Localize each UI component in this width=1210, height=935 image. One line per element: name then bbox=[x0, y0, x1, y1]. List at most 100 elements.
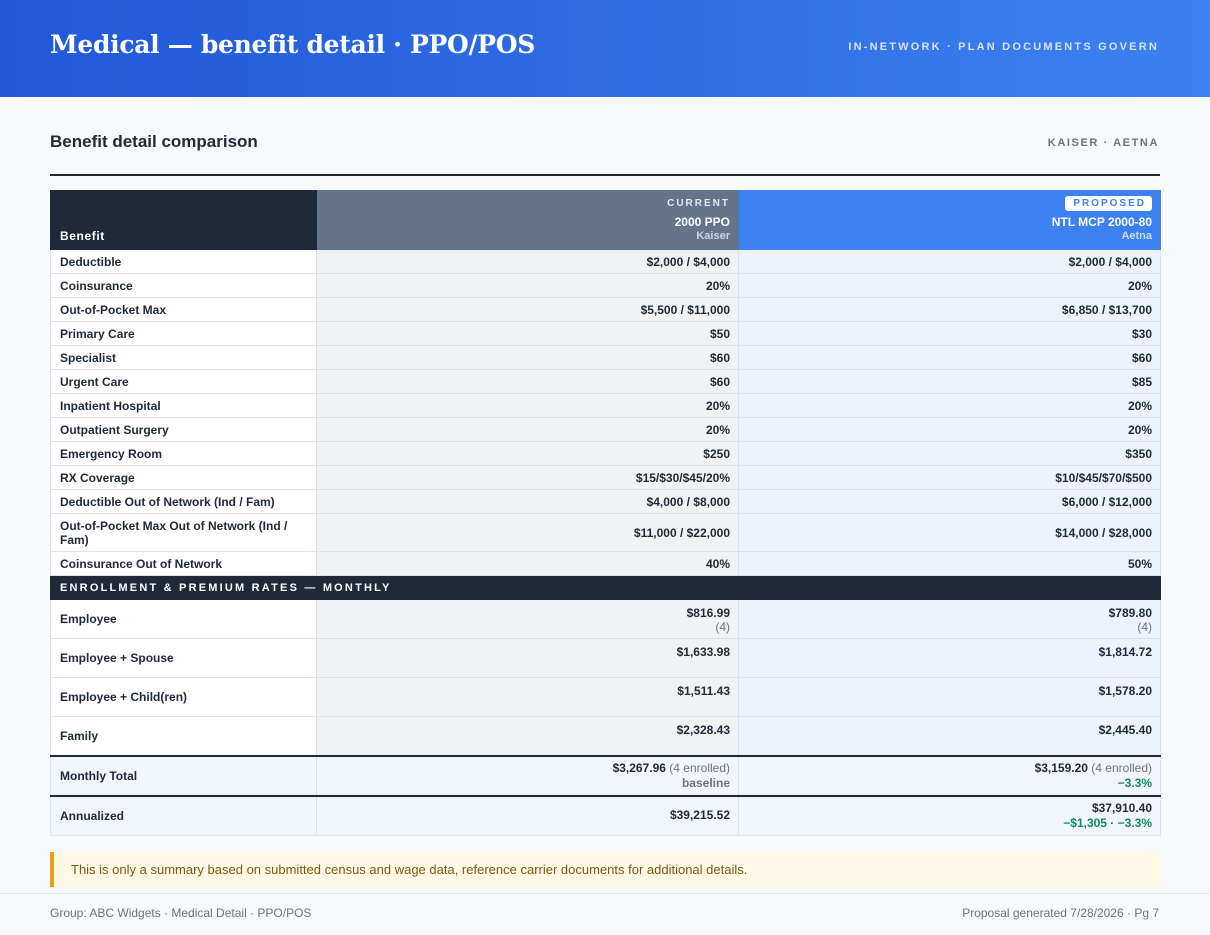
benefit-label: Out-of-Pocket Max bbox=[50, 297, 317, 322]
proposed-badge: PROPOSED bbox=[1065, 196, 1152, 211]
benefit-label: Outpatient Surgery bbox=[50, 417, 317, 442]
current-rate: $1,511.43 bbox=[316, 677, 739, 717]
proposed-total-amount: $3,159.20 bbox=[1034, 760, 1088, 775]
proposed-annualized-amount: $37,910.40 bbox=[1091, 800, 1152, 815]
section-divider bbox=[50, 174, 1160, 176]
footer-group-info: Group: ABC Widgets · Medical Detail · PP… bbox=[50, 906, 312, 920]
benefit-label: Primary Care bbox=[50, 321, 317, 346]
rate-row: Employee $816.99 (4) $789.80 (4) bbox=[50, 599, 1161, 639]
current-rate-amount: $816.99 bbox=[686, 606, 730, 620]
current-annualized: $39,215.52 bbox=[316, 794, 739, 836]
proposed-rate-amount: $789.80 bbox=[1108, 606, 1152, 620]
table-header-row: Benefit CURRENT 2000 PPO Kaiser PROPOSED… bbox=[50, 190, 1161, 250]
rate-row: Family $2,328.43 $2,445.40 bbox=[50, 716, 1161, 756]
benefit-label: Inpatient Hospital bbox=[50, 393, 317, 418]
tier-label: Employee bbox=[50, 599, 317, 639]
current-value: $60 bbox=[316, 345, 739, 370]
rates-section-band: ENROLLMENT & PREMIUM RATES — MONTHLY bbox=[50, 575, 1161, 600]
proposed-rate-amount: $1,814.72 bbox=[1098, 645, 1152, 659]
current-monthly-total: $3,267.96 (4 enrolled) baseline bbox=[316, 754, 739, 796]
current-value: $4,000 / $8,000 bbox=[316, 489, 739, 514]
current-plan-header: CURRENT 2000 PPO Kaiser bbox=[316, 190, 739, 250]
current-carrier: Kaiser bbox=[696, 230, 730, 242]
current-rate: $1,633.98 bbox=[316, 638, 739, 678]
section-title: Benefit detail comparison bbox=[50, 132, 258, 151]
proposed-value: 20% bbox=[738, 417, 1161, 442]
proposed-total-change: −3.3% bbox=[1117, 775, 1152, 790]
table-row: Out-of-Pocket Max Out of Network (Ind / … bbox=[50, 513, 1161, 552]
tier-label: Employee + Spouse bbox=[50, 638, 317, 678]
proposed-value: $6,000 / $12,000 bbox=[738, 489, 1161, 514]
table-row: Specialist $60 $60 bbox=[50, 345, 1161, 370]
proposed-total-enrolled: (4 enrolled) bbox=[1091, 760, 1152, 775]
current-kicker: CURRENT bbox=[667, 198, 730, 209]
proposed-value: $30 bbox=[738, 321, 1161, 346]
table-row: Primary Care $50 $30 bbox=[50, 321, 1161, 346]
proposed-rate: $1,814.72 bbox=[738, 638, 1161, 678]
benefit-label: Out-of-Pocket Max Out of Network (Ind / … bbox=[50, 513, 317, 552]
proposed-plan-name: NTL MCP 2000-80 bbox=[1051, 215, 1152, 229]
footer-divider bbox=[0, 893, 1210, 894]
proposed-value: 20% bbox=[738, 273, 1161, 298]
benefit-label: Deductible bbox=[50, 249, 317, 274]
page-title: Medical — benefit detail · PPO/POS bbox=[50, 30, 536, 59]
monthly-total-label: Monthly Total bbox=[50, 754, 317, 796]
benefit-label: RX Coverage bbox=[50, 465, 317, 490]
benefit-comparison-table: Benefit CURRENT 2000 PPO Kaiser PROPOSED… bbox=[50, 190, 1161, 836]
benefit-label: Deductible Out of Network (Ind / Fam) bbox=[50, 489, 317, 514]
proposed-value: $6,850 / $13,700 bbox=[738, 297, 1161, 322]
current-value: 40% bbox=[316, 551, 739, 576]
rates-section-title: ENROLLMENT & PREMIUM RATES — MONTHLY bbox=[50, 575, 1161, 600]
benefit-label: Coinsurance Out of Network bbox=[50, 551, 317, 576]
current-rate-amount: $1,511.43 bbox=[677, 684, 730, 698]
table-row: Coinsurance Out of Network 40% 50% bbox=[50, 551, 1161, 576]
proposed-value: $350 bbox=[738, 441, 1161, 466]
proposed-value: $10/$45/$70/$500 bbox=[738, 465, 1161, 490]
current-value: 20% bbox=[316, 417, 739, 442]
monthly-total-row: Monthly Total $3,267.96 (4 enrolled) bas… bbox=[50, 754, 1161, 796]
current-enrolled-count: (4) bbox=[715, 620, 730, 634]
table-row: Out-of-Pocket Max $5,500 / $11,000 $6,85… bbox=[50, 297, 1161, 322]
proposed-plan-header: PROPOSED NTL MCP 2000-80 Aetna bbox=[738, 190, 1161, 250]
current-value: $60 bbox=[316, 369, 739, 394]
current-rate-amount: $2,328.43 bbox=[676, 723, 730, 737]
annualized-label: Annualized bbox=[50, 794, 317, 836]
proposed-value: 50% bbox=[738, 551, 1161, 576]
current-value: $50 bbox=[316, 321, 739, 346]
table-row: RX Coverage $15/$30/$45/20% $10/$45/$70/… bbox=[50, 465, 1161, 490]
benefit-label: Coinsurance bbox=[50, 273, 317, 298]
banner-tagline: IN-NETWORK · PLAN DOCUMENTS GOVERN bbox=[848, 41, 1159, 53]
current-value: $15/$30/$45/20% bbox=[316, 465, 739, 490]
proposed-value: $60 bbox=[738, 345, 1161, 370]
current-value: 20% bbox=[316, 273, 739, 298]
proposed-rate: $789.80 (4) bbox=[738, 599, 1161, 639]
annualized-row: Annualized $39,215.52 $37,910.40 −$1,305… bbox=[50, 794, 1161, 836]
benefit-label: Urgent Care bbox=[50, 369, 317, 394]
proposed-value: $85 bbox=[738, 369, 1161, 394]
rate-row: Employee + Spouse $1,633.98 $1,814.72 bbox=[50, 638, 1161, 678]
tier-label: Family bbox=[50, 716, 317, 756]
current-value: $11,000 / $22,000 bbox=[316, 513, 739, 552]
table-row: Outpatient Surgery 20% 20% bbox=[50, 417, 1161, 442]
table-row: Urgent Care $60 $85 bbox=[50, 369, 1161, 394]
rate-row: Employee + Child(ren) $1,511.43 $1,578.2… bbox=[50, 677, 1161, 717]
benefit-label: Specialist bbox=[50, 345, 317, 370]
table-row: Deductible $2,000 / $4,000 $2,000 / $4,0… bbox=[50, 249, 1161, 274]
table-row: Coinsurance 20% 20% bbox=[50, 273, 1161, 298]
current-annualized-amount: $39,215.52 bbox=[669, 808, 730, 823]
page-banner: Medical — benefit detail · PPO/POS IN-NE… bbox=[0, 0, 1210, 97]
table-row: Emergency Room $250 $350 bbox=[50, 441, 1161, 466]
proposed-rate: $1,578.20 bbox=[738, 677, 1161, 717]
footer-page-info: Proposal generated 7/28/2026 · Pg 7 bbox=[962, 906, 1159, 920]
proposed-carrier: Aetna bbox=[1121, 230, 1152, 242]
current-rate: $2,328.43 bbox=[316, 716, 739, 756]
proposed-value: $14,000 / $28,000 bbox=[738, 513, 1161, 552]
proposed-value: 20% bbox=[738, 393, 1161, 418]
current-value: 20% bbox=[316, 393, 739, 418]
current-rate-amount: $1,633.98 bbox=[676, 645, 730, 659]
current-value: $2,000 / $4,000 bbox=[316, 249, 739, 274]
disclaimer-notice: This is only a summary based on submitte… bbox=[50, 852, 1160, 887]
proposed-rate-amount: $2,445.40 bbox=[1098, 723, 1152, 737]
proposed-rate: $2,445.40 bbox=[738, 716, 1161, 756]
current-plan-name: 2000 PPO bbox=[674, 215, 730, 229]
